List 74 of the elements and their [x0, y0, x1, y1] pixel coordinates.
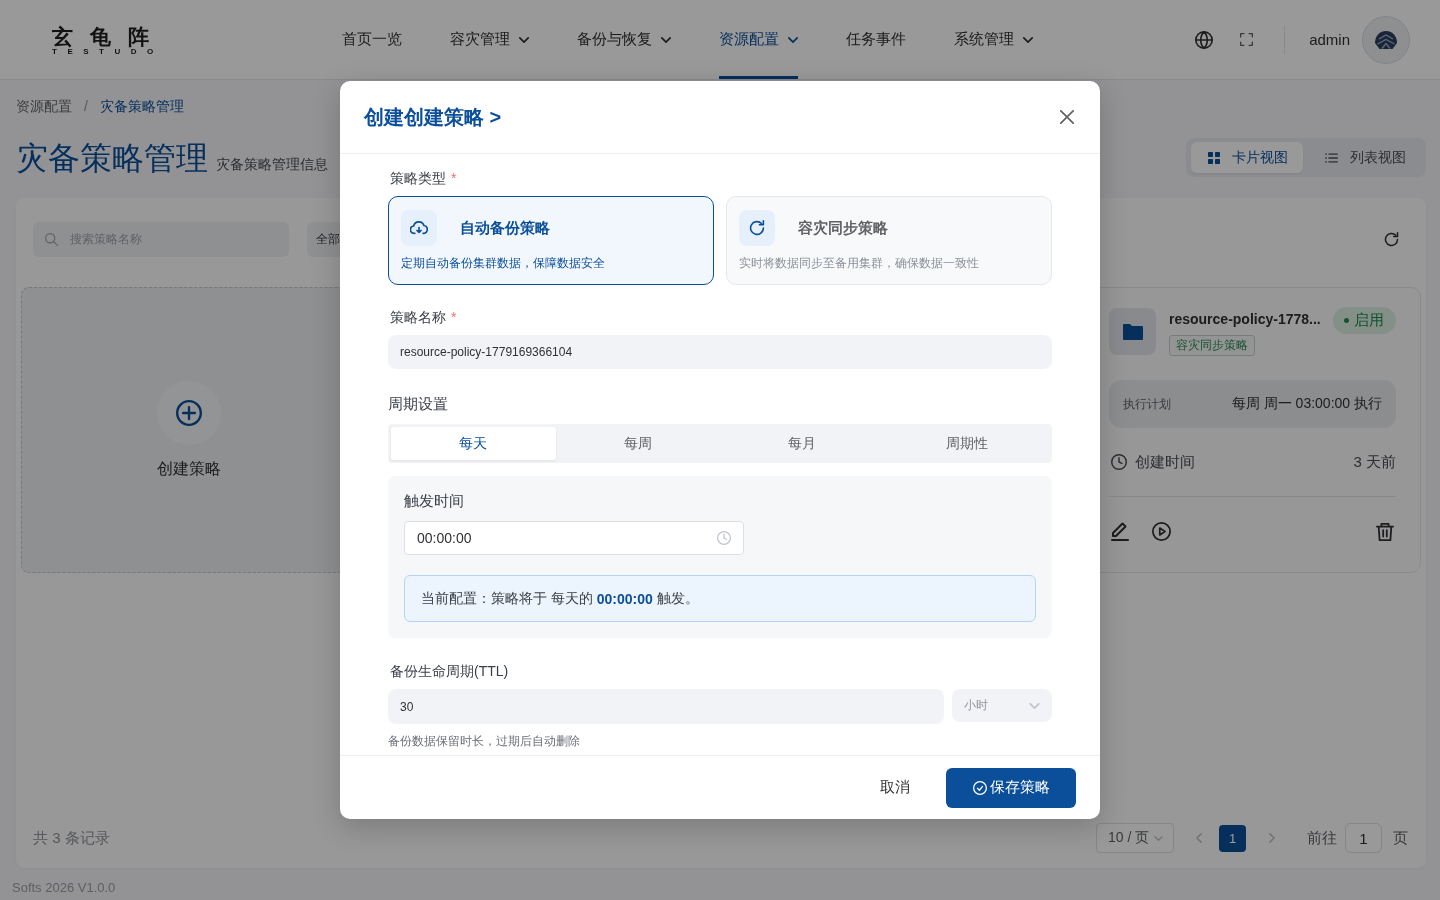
logo-text: 玄龟阵 — [52, 27, 166, 46]
option-title: 自动备份策略 — [460, 218, 550, 238]
goto-suffix: 页 — [1393, 828, 1408, 848]
schedule-label: 执行计划 — [1123, 395, 1171, 413]
play-icon[interactable] — [1152, 522, 1171, 541]
schedule-summary: 当前配置：策略将于 每天的 00:00:00 触发。 — [404, 575, 1036, 622]
user-name[interactable]: admin — [1309, 31, 1350, 48]
nav-item[interactable]: 首页一览 — [342, 0, 402, 79]
created-label: 创建时间 — [1135, 452, 1195, 472]
refresh-icon — [739, 210, 775, 246]
edit-icon[interactable] — [1111, 522, 1129, 541]
field-hint: 备份数据保留时长，过期后自动删除 — [388, 734, 581, 748]
check-circle-icon — [972, 780, 987, 795]
option-description: 定期自动备份集群数据，保障数据安全 — [401, 256, 606, 270]
policy-name: resource-policy-1778... — [1169, 310, 1321, 328]
nav-item[interactable]: 任务事件 — [846, 0, 906, 79]
page-button[interactable]: 1 — [1219, 824, 1246, 852]
policy-type-option[interactable]: 容灾同步策略 实时将数据同步至备用集群，确保数据一致性 — [726, 196, 1052, 285]
option-description: 实时将数据同步至备用集群，确保数据一致性 — [739, 256, 980, 270]
trash-icon[interactable] — [1376, 522, 1394, 541]
chevron-down-icon — [1154, 835, 1163, 841]
policy-name-input[interactable]: resource-policy-1779169366104 — [388, 335, 1052, 369]
created-value: 3 天前 — [1353, 452, 1396, 472]
save-button[interactable]: 保存策略 — [946, 767, 1076, 808]
avatar-icon[interactable] — [1362, 15, 1410, 64]
folder-icon — [1109, 308, 1156, 355]
required-mark: * — [451, 309, 457, 325]
required-mark: * — [451, 170, 457, 186]
schedule-tab[interactable]: 每月 — [720, 427, 885, 460]
nav-item[interactable]: 系统管理 — [954, 0, 1033, 79]
policy-type-option[interactable]: 自动备份策略 定期自动备份集群数据，保障数据安全 — [388, 196, 714, 285]
clock-icon — [717, 531, 731, 545]
schedule-tab[interactable]: 每天 — [391, 427, 556, 460]
time-input[interactable]: 00:00:00 — [404, 521, 744, 555]
view-tab[interactable]: 卡片视图 — [1191, 142, 1303, 173]
page-input[interactable]: 1 — [1345, 823, 1382, 853]
cloud-icon — [401, 210, 437, 246]
record-count: 共 3 条记录 — [33, 828, 110, 848]
ttl-input[interactable]: 30 — [388, 689, 944, 724]
page-title: 灾备策略管理 — [16, 139, 208, 176]
field-label: 触发时间 — [404, 492, 465, 510]
cancel-button[interactable]: 取消 — [880, 778, 910, 797]
view-tab[interactable]: 列表视图 — [1308, 142, 1421, 173]
chevron-down-icon — [1029, 702, 1040, 709]
option-title: 容灾同步策略 — [798, 218, 888, 238]
filter-select[interactable]: 全部 — [307, 222, 342, 257]
section-label: 周期设置 — [388, 396, 449, 412]
page-size-select[interactable]: 10 / 页 — [1096, 823, 1174, 853]
globe-icon[interactable] — [1195, 30, 1214, 49]
nav-item[interactable]: 备份与恢复 — [577, 0, 671, 79]
list-icon — [1325, 152, 1338, 163]
breadcrumb-separator: / — [84, 98, 88, 114]
goto-label: 前往 — [1307, 828, 1337, 848]
status-text: 启用 — [1354, 311, 1384, 330]
field-label: 策略类型 — [390, 170, 446, 186]
schedule-tab[interactable]: 周期性 — [884, 427, 1049, 460]
status-dot-icon — [1344, 318, 1349, 323]
schedule-tab[interactable]: 每周 — [555, 427, 720, 460]
schedule-value: 每周 周一 03:00:00 执行 — [1231, 395, 1382, 413]
field-label: 策略名称 — [390, 309, 446, 325]
fullscreen-icon[interactable] — [1240, 33, 1254, 46]
breadcrumb-current: 灾备策略管理 — [99, 98, 184, 114]
logo-tagline: TESTUDO — [52, 47, 164, 56]
page-subtitle: 灾备策略管理信息 — [216, 155, 328, 174]
refresh-icon[interactable] — [1384, 232, 1399, 247]
dialog-title: 创建创建策略 > — [364, 104, 502, 130]
clock-icon — [1111, 454, 1127, 470]
breadcrumb-link[interactable]: 资源配置 — [16, 98, 72, 114]
policy-type-tag: 容灾同步策略 — [1169, 335, 1255, 356]
search-icon — [45, 233, 58, 246]
close-icon[interactable] — [1060, 110, 1074, 124]
field-label: 备份生命周期(TTL) — [390, 663, 509, 679]
grid-icon — [1208, 151, 1220, 164]
nav-item[interactable]: 容灾管理 — [450, 0, 529, 79]
